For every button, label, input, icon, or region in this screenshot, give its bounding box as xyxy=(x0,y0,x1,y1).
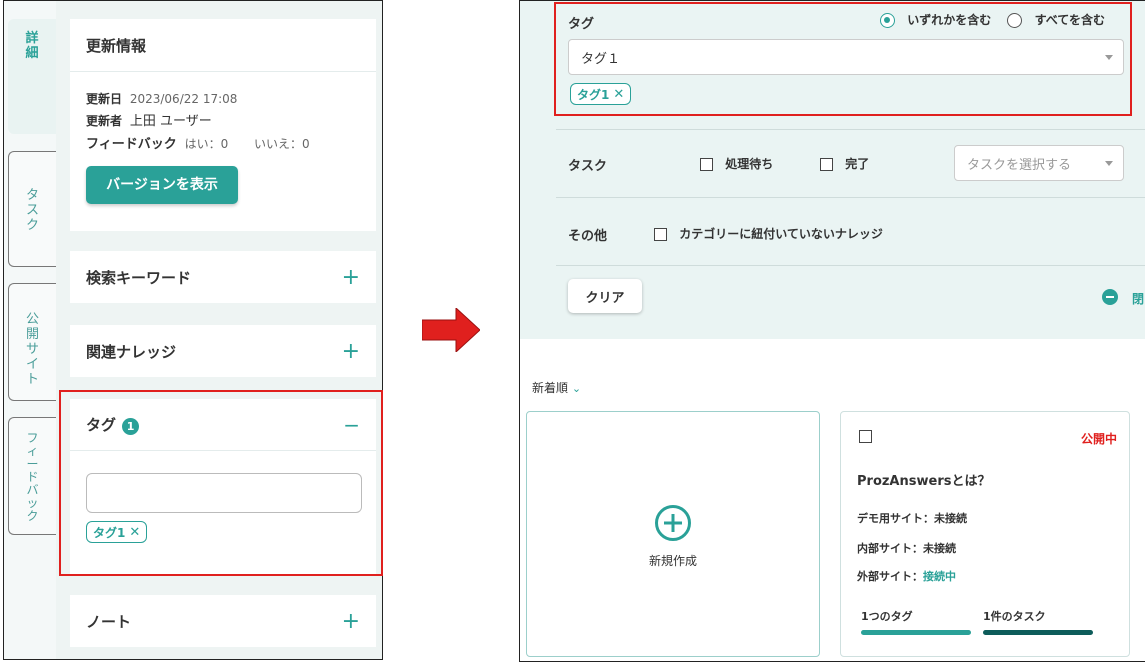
done-label: 完了 xyxy=(845,157,870,171)
vertical-tab-bar: 詳細 タスク 公開サイト フィードバック xyxy=(4,1,56,659)
update-user-value: 上田 ユーザー xyxy=(129,114,212,129)
internal-site-row: 内部サイト：未接続 xyxy=(857,540,956,556)
chevron-down-icon: ⌄ xyxy=(571,382,582,395)
task-select-placeholder: タスクを選択する xyxy=(967,157,1072,173)
pending-checkbox[interactable] xyxy=(700,158,713,171)
knowledge-title[interactable]: ProzAnswersとは？ xyxy=(857,470,990,489)
tab-feedback-label: フィードバック xyxy=(26,431,39,523)
task-select[interactable]: タスクを選択する xyxy=(954,145,1124,181)
update-user-label: 更新者 xyxy=(86,114,123,128)
demo-site-value: 未接続 xyxy=(934,512,967,525)
sort-label: 新着順 xyxy=(532,381,569,395)
tab-details[interactable]: 詳細 xyxy=(8,19,56,134)
sort-dropdown[interactable]: 新着順 ⌄ xyxy=(532,379,581,396)
divider xyxy=(556,197,1145,198)
related-knowledge-section[interactable]: 関連ナレッジ + xyxy=(70,325,376,377)
update-user-row: 更新者 上田 ユーザー xyxy=(86,110,360,133)
tab-tasks[interactable]: タスク xyxy=(8,151,56,267)
done-checkbox[interactable] xyxy=(820,158,833,171)
dropdown-caret-icon xyxy=(1105,161,1113,166)
feedback-label: フィードバック xyxy=(86,137,177,152)
internal-site-label: 内部サイト： xyxy=(857,542,923,555)
external-site-value: 接続中 xyxy=(923,570,956,583)
uncategorized-label: カテゴリーに紐付いていないナレッジ xyxy=(679,227,883,241)
note-section[interactable]: ノート + xyxy=(70,595,376,647)
uncategorized-checkbox[interactable] xyxy=(654,228,667,241)
new-knowledge-card[interactable]: 新規作成 xyxy=(526,411,820,657)
expand-plus-icon[interactable]: + xyxy=(342,609,360,634)
expand-plus-icon[interactable]: + xyxy=(342,265,360,290)
internal-site-value: 未接続 xyxy=(923,542,956,555)
update-date-label: 更新日 xyxy=(86,92,123,106)
tab-public-site[interactable]: 公開サイト xyxy=(8,283,56,401)
update-info-body: 更新日 2023/06/22 17:08 更新者 上田 ユーザー フィードバック… xyxy=(70,71,376,220)
tag-count-bar xyxy=(861,630,971,635)
update-info-card: 更新情報 更新日 2023/06/22 17:08 更新者 上田 ユーザー フィ… xyxy=(70,19,376,231)
task-filter-label: タスク xyxy=(568,159,608,174)
update-date-row: 更新日 2023/06/22 17:08 xyxy=(86,88,360,110)
new-knowledge-label: 新規作成 xyxy=(648,554,697,568)
tab-feedback[interactable]: フィードバック xyxy=(8,417,56,535)
tab-details-label: 詳細 xyxy=(25,31,39,61)
demo-site-label: デモ用サイト： xyxy=(857,512,934,525)
clear-button[interactable]: クリア xyxy=(568,279,642,313)
feedback-no-count: いいえ：0 xyxy=(254,137,310,151)
other-filter-label: その他 xyxy=(568,229,608,244)
update-date-value: 2023/06/22 17:08 xyxy=(129,92,238,106)
external-site-label: 外部サイト： xyxy=(857,570,923,583)
feedback-yes-count: はい：0 xyxy=(184,137,229,151)
collapse-minus-icon[interactable] xyxy=(1102,289,1118,305)
tab-public-site-label: 公開サイト xyxy=(25,312,39,387)
show-version-button[interactable]: バージョンを表示 xyxy=(86,166,238,204)
expand-plus-icon[interactable]: + xyxy=(342,339,360,364)
right-arrow-icon xyxy=(422,308,480,352)
task-count-bar xyxy=(983,630,1093,635)
tag-filter-highlight xyxy=(554,2,1132,116)
search-keyword-section[interactable]: 検索キーワード + xyxy=(70,251,376,303)
demo-site-row: デモ用サイト：未接続 xyxy=(857,510,967,526)
feedback-row: フィードバック はい：0 いいえ：0 xyxy=(86,133,360,156)
collapse-label[interactable]: 閉 xyxy=(1132,290,1144,307)
knowledge-card[interactable]: 公開中 ProzAnswersとは？ デモ用サイト：未接続 内部サイト：未接続 … xyxy=(840,411,1130,657)
external-site-row: 外部サイト：接続中 xyxy=(857,568,956,584)
pending-label: 処理待ち xyxy=(725,157,774,171)
status-badge: 公開中 xyxy=(1080,432,1117,446)
related-knowledge-title: 関連ナレッジ xyxy=(86,342,177,361)
plus-circle-icon xyxy=(655,505,691,541)
search-keyword-title: 検索キーワード xyxy=(86,268,192,287)
select-checkbox[interactable] xyxy=(859,430,872,443)
note-title: ノート xyxy=(86,612,132,631)
divider xyxy=(556,129,1145,130)
task-count-label: 1件のタスク xyxy=(983,610,1046,623)
tab-tasks-label: タスク xyxy=(25,188,39,233)
update-info-title: 更新情報 xyxy=(86,36,147,55)
divider xyxy=(556,265,1145,266)
tag-section-highlight xyxy=(59,390,383,576)
tag-count-label: 1つのタグ xyxy=(861,610,913,623)
